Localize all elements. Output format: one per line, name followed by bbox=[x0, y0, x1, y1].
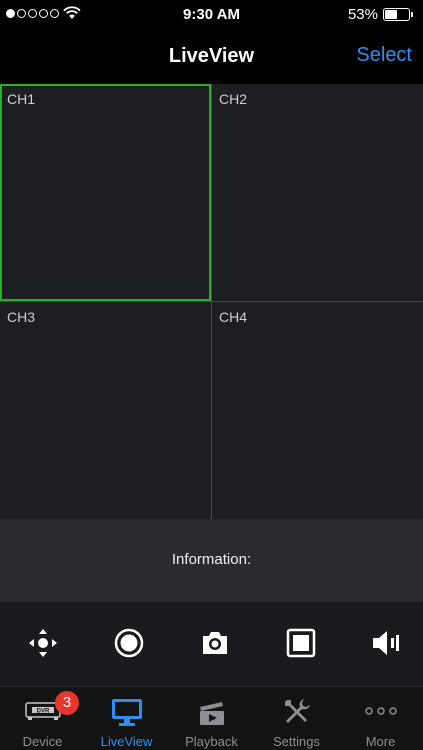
ptz-button[interactable] bbox=[26, 626, 60, 660]
status-bar: 9:30 AM 53% bbox=[0, 0, 423, 30]
battery-percent: 53% bbox=[347, 6, 378, 23]
tab-label: LiveView bbox=[100, 734, 153, 749]
record-button[interactable] bbox=[112, 626, 146, 660]
tab-settings[interactable]: Settings bbox=[254, 687, 339, 750]
notification-badge: 3 bbox=[55, 691, 79, 715]
channel-label: CH3 bbox=[7, 309, 36, 325]
channel-cell-ch3[interactable]: CH3 bbox=[0, 302, 211, 519]
tab-device[interactable]: DVR 3 Device bbox=[0, 687, 85, 750]
nav-bar: LiveView Select bbox=[0, 30, 423, 84]
tab-label: Device bbox=[22, 734, 63, 749]
channel-cell-ch1[interactable]: CH1 bbox=[0, 84, 211, 301]
playback-icon bbox=[199, 702, 224, 725]
camera-icon bbox=[203, 632, 227, 654]
tab-bar: DVR 3 Device LiveView Playback Settings bbox=[0, 686, 423, 750]
information-panel: Information: bbox=[0, 519, 423, 602]
battery-icon bbox=[383, 8, 410, 21]
dvr-icon-text: DVR bbox=[36, 709, 49, 715]
tab-label: Playback bbox=[185, 734, 238, 749]
channel-grid: CH1 CH2 CH3 CH4 bbox=[0, 84, 423, 519]
stop-icon bbox=[286, 628, 316, 658]
snapshot-button[interactable] bbox=[198, 626, 232, 660]
tab-playback[interactable]: Playback bbox=[169, 687, 254, 750]
channel-cell-ch2[interactable]: CH2 bbox=[212, 84, 423, 301]
stop-button[interactable] bbox=[284, 626, 318, 660]
speaker-icon bbox=[373, 631, 399, 655]
more-icon bbox=[364, 707, 397, 715]
channel-label: CH1 bbox=[7, 91, 36, 107]
tab-label: Settings bbox=[273, 734, 320, 749]
tab-liveview[interactable]: LiveView bbox=[84, 687, 169, 750]
battery-fill bbox=[385, 10, 398, 19]
information-label: Information: bbox=[171, 551, 252, 568]
battery-tip bbox=[411, 12, 413, 17]
ptz-direction-icon bbox=[29, 629, 57, 657]
control-toolbar bbox=[0, 602, 423, 686]
channel-cell-ch4[interactable]: CH4 bbox=[212, 302, 423, 519]
tools-icon bbox=[284, 699, 310, 723]
audio-button[interactable] bbox=[369, 626, 403, 660]
channel-label: CH2 bbox=[219, 91, 248, 107]
record-icon bbox=[114, 628, 144, 658]
select-button[interactable]: Select bbox=[356, 44, 412, 67]
channel-label: CH4 bbox=[219, 309, 248, 325]
monitor-icon bbox=[111, 699, 142, 726]
tab-more[interactable]: More bbox=[338, 687, 423, 750]
tab-label: More bbox=[365, 734, 396, 749]
